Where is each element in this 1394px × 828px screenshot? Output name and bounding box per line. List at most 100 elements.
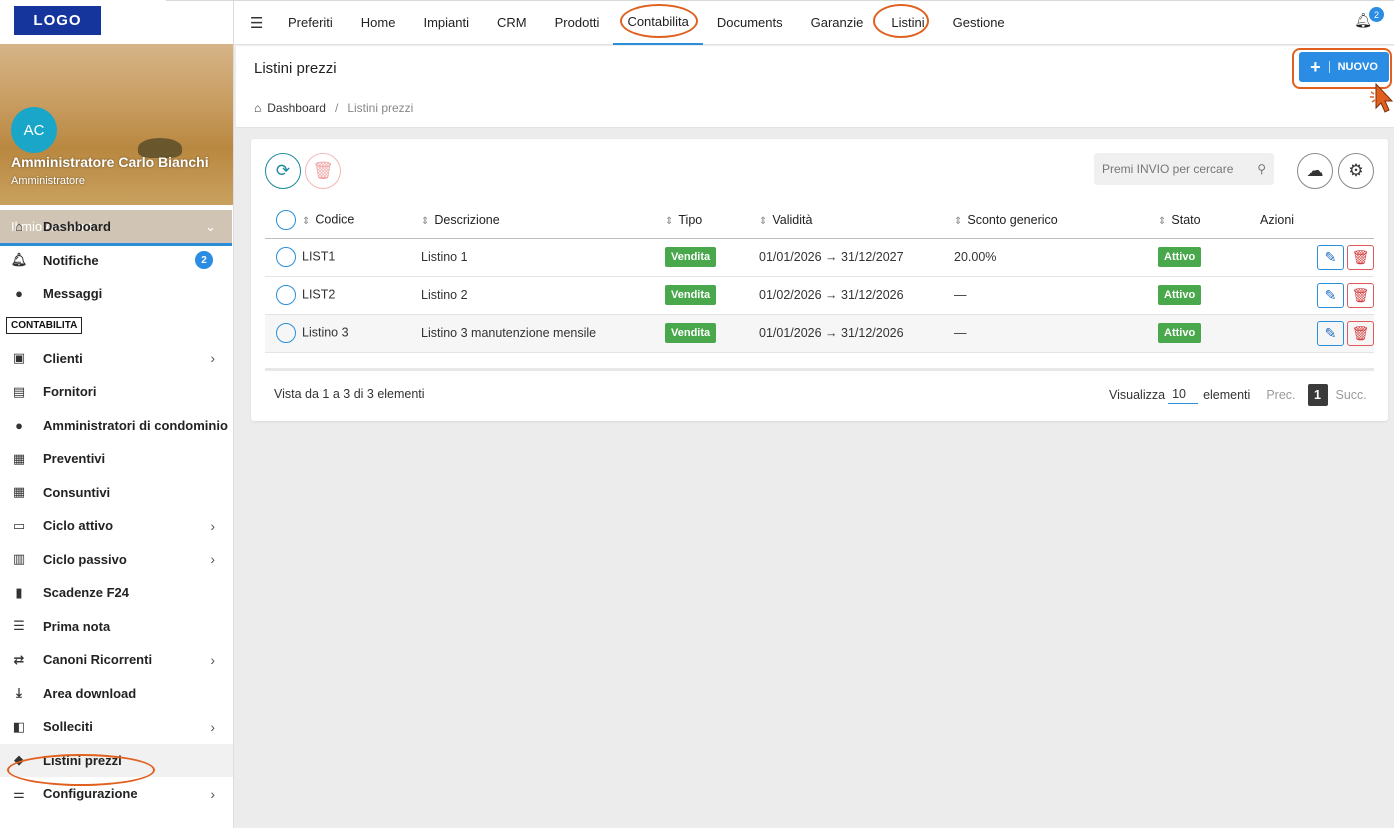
sidebar-item-label: Canoni Ricorrenti [43, 652, 153, 668]
user-name: Amministratore Carlo Bianchi [11, 154, 209, 170]
delete-button[interactable]: 🗑︎ [1347, 320, 1374, 346]
sidebar-item-label: Notifiche [43, 252, 99, 268]
menu-item-documents[interactable]: Documents [703, 0, 797, 45]
settings-button[interactable]: ⚙ [1338, 153, 1374, 189]
sidebar-item-ciclo-passivo[interactable]: ▥ Ciclo passivo › [0, 543, 233, 577]
pencil-icon: ✎ [1324, 286, 1337, 303]
trash-icon: 🗑︎ [1351, 286, 1370, 303]
delete-button[interactable]: 🗑︎ [1347, 282, 1374, 308]
row-checkbox[interactable] [276, 247, 296, 267]
sidebar-item-label: Consuntivi [43, 484, 111, 500]
user-role: Amministratore [11, 175, 85, 187]
search-icon: ⚲ [1257, 162, 1266, 176]
id-card-icon: ▤ [12, 383, 26, 399]
cell-descrizione: Listino 1 [421, 238, 665, 277]
menu-item-crm[interactable]: CRM [483, 0, 541, 45]
column-header-codice[interactable]: ⇕ Codice [265, 203, 421, 239]
sidebar-item-scadenze-f24[interactable]: ▮ Scadenze F24 [0, 576, 233, 610]
cell-codice: Listino 3 [302, 325, 349, 340]
menu-item-impianti[interactable]: Impianti [409, 0, 483, 45]
menu-item-garanzie[interactable]: Garanzie [797, 0, 878, 45]
price-lists-table: ⇕ Codice ⇕ Descrizione ⇕ Tipo ⇕ Validità ⇕ Sc… [265, 203, 1374, 353]
delete-button[interactable]: 🗑︎ [1347, 244, 1374, 270]
highlight-oval-listini [873, 4, 929, 38]
top-navbar: ☰ Preferiti Home Impianti CRM Prodotti C… [166, 0, 1394, 45]
column-header-validita[interactable]: ⇕ Validità [759, 203, 954, 239]
refresh-button[interactable]: ⟳ [265, 153, 301, 189]
bulk-delete-button[interactable]: 🗑︎ [305, 153, 341, 189]
chevron-right-icon: › [210, 785, 215, 802]
notification-count-badge: 2 [1369, 7, 1384, 22]
sidebar-item-label: Fornitori [43, 384, 97, 400]
avatar[interactable]: AC [11, 107, 57, 153]
chevron-right-icon: › [210, 551, 215, 568]
sidebar-item-fornitori[interactable]: ▤ Fornitori [0, 375, 233, 409]
cell-codice: LIST2 [302, 287, 336, 302]
column-header-sconto[interactable]: ⇕ Sconto generico [954, 203, 1158, 239]
sidebar-item-area-download[interactable]: ⤓ Area download [0, 677, 233, 711]
type-badge: Vendita [665, 247, 717, 267]
row-checkbox[interactable] [276, 285, 296, 305]
menu-item-prodotti[interactable]: Prodotti [541, 0, 614, 45]
pagination: Visualizza 10 elementi Prec. 1 Succ. [1109, 384, 1367, 406]
chevron-right-icon: › [210, 651, 215, 668]
trash-icon: 🗑︎ [1351, 248, 1370, 265]
sidebar-item-label: Configurazione [43, 786, 138, 802]
cell-codice: LIST1 [302, 249, 336, 264]
chevron-right-icon: › [210, 517, 215, 534]
sidebar-item-preventivi[interactable]: ▦ Preventivi [0, 442, 233, 476]
menu-item-preferiti[interactable]: Preferiti [274, 0, 347, 45]
prev-page-button[interactable]: Prec. [1266, 388, 1295, 402]
select-all-checkbox[interactable] [276, 210, 296, 231]
sidebar-item-label: Amministratori di condominio [43, 417, 228, 433]
sort-icon: ⇕ [954, 216, 963, 228]
home-icon: ⌂ [254, 101, 262, 115]
page-number-button[interactable]: 1 [1307, 384, 1328, 406]
file-icon: ▮ [15, 584, 23, 600]
home-icon: ⌂ [15, 219, 23, 235]
page-size-suffix: elementi [1203, 388, 1251, 402]
sidebar-item-canoni-ricorrenti[interactable]: ⇄ Canoni Ricorrenti › [0, 643, 233, 677]
breadcrumb-home-link[interactable]: Dashboard [267, 101, 326, 115]
page-size-select[interactable]: 10 [1168, 387, 1199, 404]
column-header-stato[interactable]: ⇕ Stato [1158, 203, 1260, 239]
edit-button[interactable]: ✎ [1317, 282, 1344, 308]
sidebar-item-clienti[interactable]: ▣ Clienti › [0, 342, 233, 376]
logo[interactable]: LOGO [14, 6, 101, 35]
breadcrumb: ⌂ Dashboard / Listini prezzi [254, 101, 413, 115]
table-scroll-bar[interactable] [265, 368, 1374, 371]
row-checkbox[interactable] [276, 323, 296, 343]
pointer-cursor-icon [1370, 82, 1394, 113]
table-row[interactable]: LIST1 Listino 1 Vendita 01/01/2026 → 31/… [265, 238, 1374, 277]
sidebar-item-consuntivi[interactable]: ▦ Consuntivi [0, 476, 233, 510]
search-input[interactable]: Premi INVIO per cercare ⚲ [1094, 153, 1274, 185]
sidebar-item-ciclo-attivo[interactable]: ▭ Ciclo attivo › [0, 509, 233, 543]
menu-item-gestione[interactable]: Gestione [939, 0, 1019, 45]
logo-area: LOGO [0, 0, 233, 44]
table-row[interactable]: LIST2 Listino 2 Vendita 01/02/2026 → 31/… [265, 276, 1374, 315]
download-button[interactable]: ☁ [1297, 153, 1333, 189]
sidebar-item-solleciti[interactable]: ◧ Solleciti › [0, 710, 233, 744]
hamburger-menu-icon[interactable]: ☰ [250, 14, 263, 32]
column-header-azioni: Azioni [1260, 203, 1374, 239]
next-page-button[interactable]: Succ. [1336, 388, 1367, 402]
column-header-tipo[interactable]: ⇕ Tipo [665, 203, 759, 239]
bell-icon: 🔔︎ [10, 252, 28, 268]
sidebar-item-messaggi[interactable]: ● Messaggi [0, 277, 233, 311]
table-info: Vista da 1 a 3 di 3 elementi [274, 387, 425, 401]
sidebar-item-prima-nota[interactable]: ☰ Prima nota [0, 610, 233, 644]
highlight-oval-sidebar [7, 754, 155, 786]
sidebar-item-notifiche[interactable]: 🔔︎ Notifiche 2 [0, 244, 233, 278]
edit-button[interactable]: ✎ [1317, 320, 1344, 346]
sidebar-item-label: Prima nota [43, 618, 111, 634]
megaphone-icon: ◧ [12, 718, 26, 734]
edit-button[interactable]: ✎ [1317, 244, 1344, 270]
column-header-descrizione[interactable]: ⇕ Descrizione [421, 203, 665, 239]
sidebar-item-dashboard[interactable]: ⌂ Dashboard [0, 210, 233, 244]
status-badge: Attivo [1158, 323, 1202, 343]
sidebar-item-amministratori[interactable]: ● Amministratori di condominio [0, 409, 233, 443]
menu-item-home[interactable]: Home [347, 0, 410, 45]
table-row[interactable]: Listino 3 Listino 3 manutenzione mensile… [265, 314, 1374, 353]
highlight-oval-contabilita [620, 4, 698, 38]
chevron-right-icon: › [210, 718, 215, 735]
